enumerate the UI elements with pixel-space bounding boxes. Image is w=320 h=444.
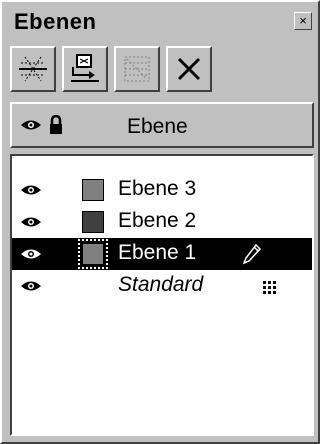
move-to-layer-button[interactable] bbox=[62, 46, 108, 92]
pencil-icon bbox=[242, 243, 262, 265]
move-to-layer-icon bbox=[71, 54, 99, 82]
lock-icon bbox=[50, 115, 62, 134]
layers-panel: Ebenen × Ebene Ebene 3 Ebene 2 Ebene 1 S… bbox=[0, 0, 320, 444]
grid-dots-icon bbox=[263, 281, 276, 294]
eye-icon[interactable] bbox=[20, 279, 42, 293]
layer-row-standard[interactable]: Standard bbox=[12, 270, 312, 302]
delete-layer-button[interactable] bbox=[166, 46, 212, 92]
layer-list-header: Ebene bbox=[10, 102, 314, 148]
layer-row-ebene-1[interactable]: Ebene 1 bbox=[12, 238, 312, 270]
close-icon: × bbox=[299, 13, 307, 28]
title-bar[interactable]: Ebenen × bbox=[6, 6, 318, 36]
layer-name: Ebene 3 bbox=[118, 177, 197, 200]
layer-row-ebene-3[interactable]: Ebene 3 bbox=[12, 174, 312, 206]
layer-name: Standard bbox=[118, 273, 204, 296]
new-layer-button[interactable] bbox=[10, 46, 56, 92]
layer-row-ebene-2[interactable]: Ebene 2 bbox=[12, 206, 312, 238]
merge-layer-icon bbox=[124, 56, 150, 82]
close-button[interactable]: × bbox=[294, 12, 312, 30]
new-layer-icon bbox=[19, 56, 47, 82]
layer-list: Ebene 3 Ebene 2 Ebene 1 Standard bbox=[10, 154, 314, 436]
layer-name: Ebene 1 bbox=[118, 241, 197, 264]
eye-icon[interactable] bbox=[20, 215, 42, 229]
layer-color-swatch[interactable] bbox=[82, 211, 104, 233]
merge-layer-button[interactable] bbox=[114, 46, 160, 92]
eye-icon bbox=[21, 120, 41, 130]
eye-icon[interactable] bbox=[20, 183, 42, 197]
layer-column-label: Ebene bbox=[127, 115, 188, 138]
delete-icon bbox=[177, 57, 201, 81]
layer-color-swatch[interactable] bbox=[82, 179, 104, 201]
layer-name: Ebene 2 bbox=[118, 209, 197, 232]
layer-color-swatch[interactable] bbox=[78, 239, 108, 269]
panel-title: Ebenen bbox=[14, 9, 97, 34]
eye-icon[interactable] bbox=[20, 247, 42, 261]
